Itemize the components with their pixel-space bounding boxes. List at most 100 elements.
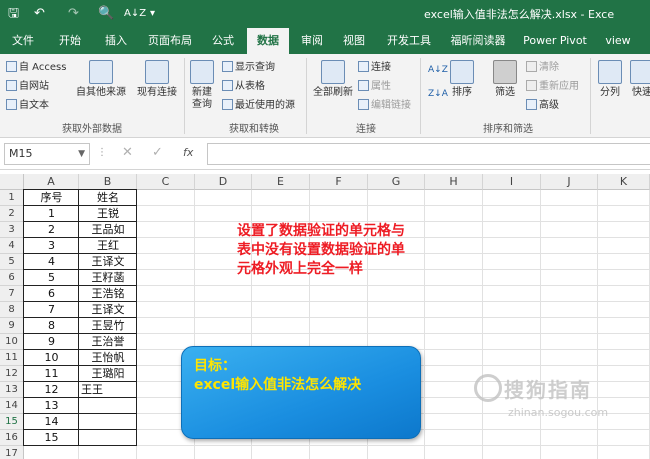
row-header-10[interactable]: 10: [0, 334, 24, 350]
table-cell-name[interactable]: 王浩铭: [81, 286, 135, 302]
column-header-f[interactable]: F: [310, 174, 368, 190]
table-cell-seq[interactable]: 5: [26, 270, 77, 286]
tab-home[interactable]: 开始: [52, 28, 88, 54]
enter-icon[interactable]: ✓: [152, 145, 163, 160]
sort-za-icon[interactable]: Z↓A: [428, 88, 448, 101]
table-cell-name[interactable]: 王璐阳: [81, 366, 135, 382]
table-cell-seq[interactable]: 13: [26, 398, 77, 414]
row-header-2[interactable]: 2: [0, 206, 24, 222]
column-header-b[interactable]: B: [79, 174, 137, 190]
column-header-c[interactable]: C: [137, 174, 195, 190]
save-icon[interactable]: 🖫: [8, 6, 19, 22]
column-header-k[interactable]: K: [598, 174, 650, 190]
tab-view-en[interactable]: view: [600, 28, 636, 54]
table-cell-seq[interactable]: 1: [26, 206, 77, 222]
advanced-filter-button[interactable]: 高级: [526, 99, 559, 112]
table-cell-seq[interactable]: 3: [26, 238, 77, 254]
connections-button[interactable]: 连接: [358, 61, 391, 74]
table-cell-seq[interactable]: 11: [26, 366, 77, 382]
row-header-15[interactable]: 15: [0, 414, 24, 430]
table-cell-seq[interactable]: 2: [26, 222, 77, 238]
text-to-columns-button[interactable]: 分列: [596, 60, 624, 99]
tab-review[interactable]: 审阅: [294, 28, 330, 54]
refresh-all-button[interactable]: 全部刷新: [310, 60, 356, 99]
table-cell-seq[interactable]: 15: [26, 430, 77, 446]
table-cell-seq[interactable]: 10: [26, 350, 77, 366]
table-cell-seq[interactable]: 4: [26, 254, 77, 270]
row-header-8[interactable]: 8: [0, 302, 24, 318]
table-cell-seq[interactable]: 14: [26, 414, 77, 430]
from-access-button[interactable]: 自 Access: [6, 61, 66, 74]
row-header-5[interactable]: 5: [0, 254, 24, 270]
clear-filter-button[interactable]: 清除: [526, 61, 559, 74]
reapply-button[interactable]: 重新应用: [526, 80, 579, 93]
row-header-16[interactable]: 16: [0, 430, 24, 446]
tab-file[interactable]: 文件: [6, 28, 40, 54]
redo-icon[interactable]: ↷: [68, 6, 79, 22]
name-box[interactable]: M15 ▼: [4, 143, 90, 165]
new-query-button[interactable]: 新建 查询: [188, 60, 216, 111]
row-header-9[interactable]: 9: [0, 318, 24, 334]
select-all-corner[interactable]: [0, 174, 24, 190]
column-header-g[interactable]: G: [368, 174, 425, 190]
tab-power-pivot[interactable]: Power Pivot: [522, 28, 588, 54]
row-header-4[interactable]: 4: [0, 238, 24, 254]
column-header-i[interactable]: I: [483, 174, 541, 190]
from-other-sources-button[interactable]: 自其他来源: [74, 60, 128, 99]
sort-button[interactable]: 排序: [448, 60, 476, 99]
table-cell-name[interactable]: [81, 414, 135, 430]
from-table-button[interactable]: 从表格: [222, 80, 265, 93]
column-header-j[interactable]: J: [541, 174, 598, 190]
tab-view[interactable]: 视图: [336, 28, 372, 54]
table-cell-name[interactable]: 王译文: [81, 302, 135, 318]
row-header-3[interactable]: 3: [0, 222, 24, 238]
table-cell-seq[interactable]: 6: [26, 286, 77, 302]
column-header-h[interactable]: H: [425, 174, 483, 190]
show-queries-button[interactable]: 显示查询: [222, 61, 275, 74]
tab-data[interactable]: 数据: [247, 28, 289, 54]
table-cell-seq[interactable]: 9: [26, 334, 77, 350]
insert-function-icon[interactable]: fx: [183, 146, 193, 159]
tab-developer[interactable]: 开发工具: [381, 28, 437, 54]
edit-links-button[interactable]: 编辑链接: [358, 99, 411, 112]
header-cell-name[interactable]: 姓名: [81, 190, 135, 206]
table-cell-name[interactable]: 王品如: [81, 222, 135, 238]
existing-connections-button[interactable]: 现有连接: [134, 60, 180, 99]
chevron-down-icon[interactable]: ▼: [78, 144, 85, 164]
table-cell-name[interactable]: 王译文: [81, 254, 135, 270]
row-header-1[interactable]: 1: [0, 190, 24, 206]
row-header-17[interactable]: 17: [0, 446, 24, 459]
column-header-e[interactable]: E: [252, 174, 310, 190]
table-cell-seq[interactable]: 7: [26, 302, 77, 318]
table-cell-seq[interactable]: 12: [26, 382, 77, 398]
table-cell-seq[interactable]: 8: [26, 318, 77, 334]
properties-button[interactable]: 属性: [358, 80, 391, 93]
sort-az-icon[interactable]: A↓Z: [428, 64, 448, 77]
table-cell-name[interactable]: 王锐: [81, 206, 135, 222]
table-cell-name[interactable]: [81, 430, 135, 446]
tab-formulas[interactable]: 公式: [205, 28, 241, 54]
row-header-11[interactable]: 11: [0, 350, 24, 366]
cancel-icon[interactable]: ✕: [122, 145, 133, 160]
row-header-6[interactable]: 6: [0, 270, 24, 286]
table-cell-name[interactable]: 王籽菡: [81, 270, 135, 286]
from-text-button[interactable]: 自文本: [6, 99, 49, 112]
print-preview-icon[interactable]: 🔍: [98, 6, 114, 22]
row-header-7[interactable]: 7: [0, 286, 24, 302]
column-header-d[interactable]: D: [195, 174, 252, 190]
table-cell-name[interactable]: [81, 398, 135, 414]
undo-icon[interactable]: ↶: [34, 6, 45, 22]
row-header-12[interactable]: 12: [0, 366, 24, 382]
table-cell-name[interactable]: 王红: [81, 238, 135, 254]
sort-ascending-icon[interactable]: A↓Z: [124, 6, 146, 22]
table-cell-name[interactable]: 王王: [81, 382, 135, 398]
tab-page-layout[interactable]: 页面布局: [144, 28, 196, 54]
filter-button[interactable]: 筛选: [490, 60, 520, 99]
row-header-14[interactable]: 14: [0, 398, 24, 414]
table-cell-name[interactable]: 王昱竹: [81, 318, 135, 334]
formula-input[interactable]: [207, 143, 650, 165]
column-header-a[interactable]: A: [24, 174, 79, 190]
flash-fill-button[interactable]: 快速: [628, 60, 650, 99]
header-cell-seq[interactable]: 序号: [26, 190, 77, 206]
row-header-13[interactable]: 13: [0, 382, 24, 398]
